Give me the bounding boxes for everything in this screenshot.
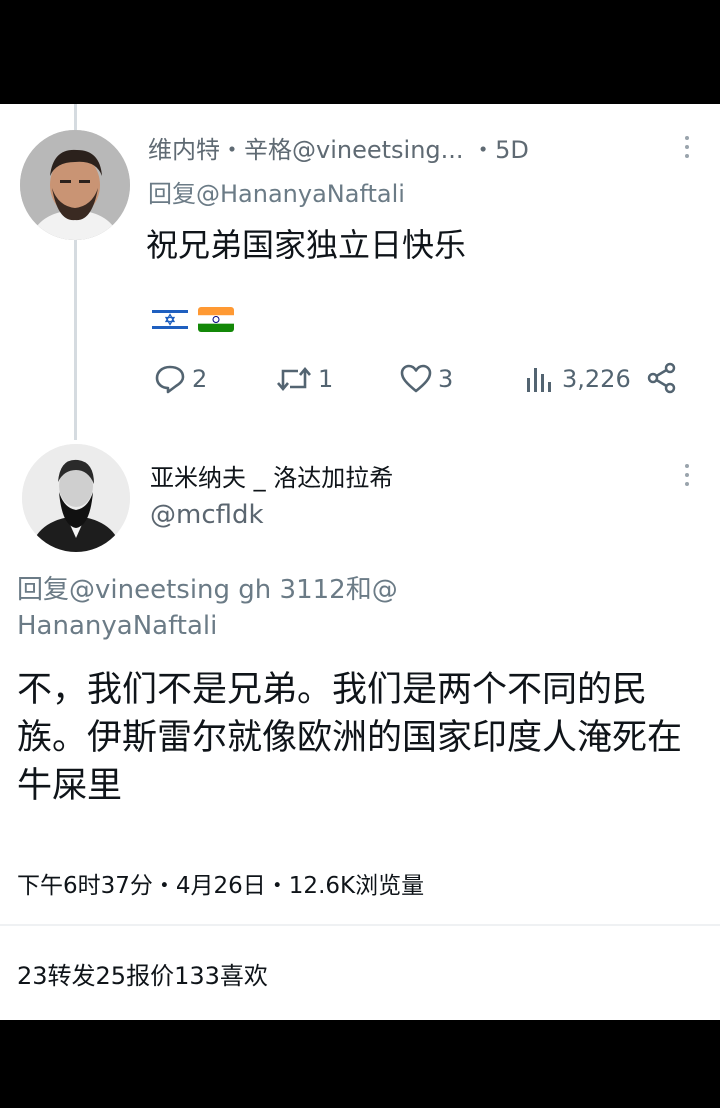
tweet2-timestamp-views: 下午6时37分・4月26日・12.6K浏览量 [17, 873, 425, 899]
reply-button[interactable]: 2 [154, 359, 207, 399]
tweet2-handle[interactable]: @mcfldk [150, 500, 264, 530]
tweet-thread: 维内特・辛格@vineetsing... ・5D 回复@HananyaNafta… [0, 104, 720, 1020]
avatar-portrait-icon [22, 444, 130, 552]
avatar-vineet[interactable] [20, 130, 130, 240]
views-bar-chart-icon [527, 368, 551, 392]
share-icon [647, 362, 676, 394]
retweet-button[interactable]: 1 [276, 359, 333, 399]
views-button[interactable]: 3,226 [524, 359, 631, 399]
tweet1-text: 祝兄弟国家独立日快乐 [146, 226, 467, 264]
avatar-portrait-icon [20, 130, 130, 240]
tweet1-reply-to[interactable]: 回复@HananyaNaftali [148, 174, 405, 209]
tweet1-more-icon[interactable] [685, 136, 691, 163]
divider [0, 924, 720, 926]
israel-flag-icon [152, 307, 188, 332]
tweet2-display-name[interactable]: 亚米纳夫 _ 洛达加拉希 [150, 458, 393, 493]
avatar-mcfldk[interactable] [22, 444, 130, 552]
tweet2-text: 不，我们不是兄弟。我们是两个不同的民族。伊斯雷尔就像欧洲的国家印度人淹死在牛屎里 [17, 670, 683, 806]
india-flag-icon [198, 307, 234, 332]
views-count: 3,226 [562, 365, 631, 393]
tweet2-more-icon[interactable] [685, 464, 691, 491]
tweet2-engagement-stats[interactable]: 23转发25报价133喜欢 [17, 956, 268, 991]
retweet-icon [277, 366, 311, 392]
reply-count: 2 [192, 365, 208, 393]
share-button[interactable] [646, 362, 678, 398]
retweet-count: 1 [318, 365, 334, 393]
like-count: 3 [438, 365, 454, 393]
heart-icon [400, 364, 432, 393]
tweet1-author-line[interactable]: 维内特・辛格@vineetsing... ・5D [148, 130, 529, 165]
tweet2-reply-to[interactable]: 回复@vineetsing gh 3112和@ HananyaNaftali [17, 572, 497, 644]
reply-icon [155, 365, 185, 394]
like-button[interactable]: 3 [400, 359, 453, 399]
